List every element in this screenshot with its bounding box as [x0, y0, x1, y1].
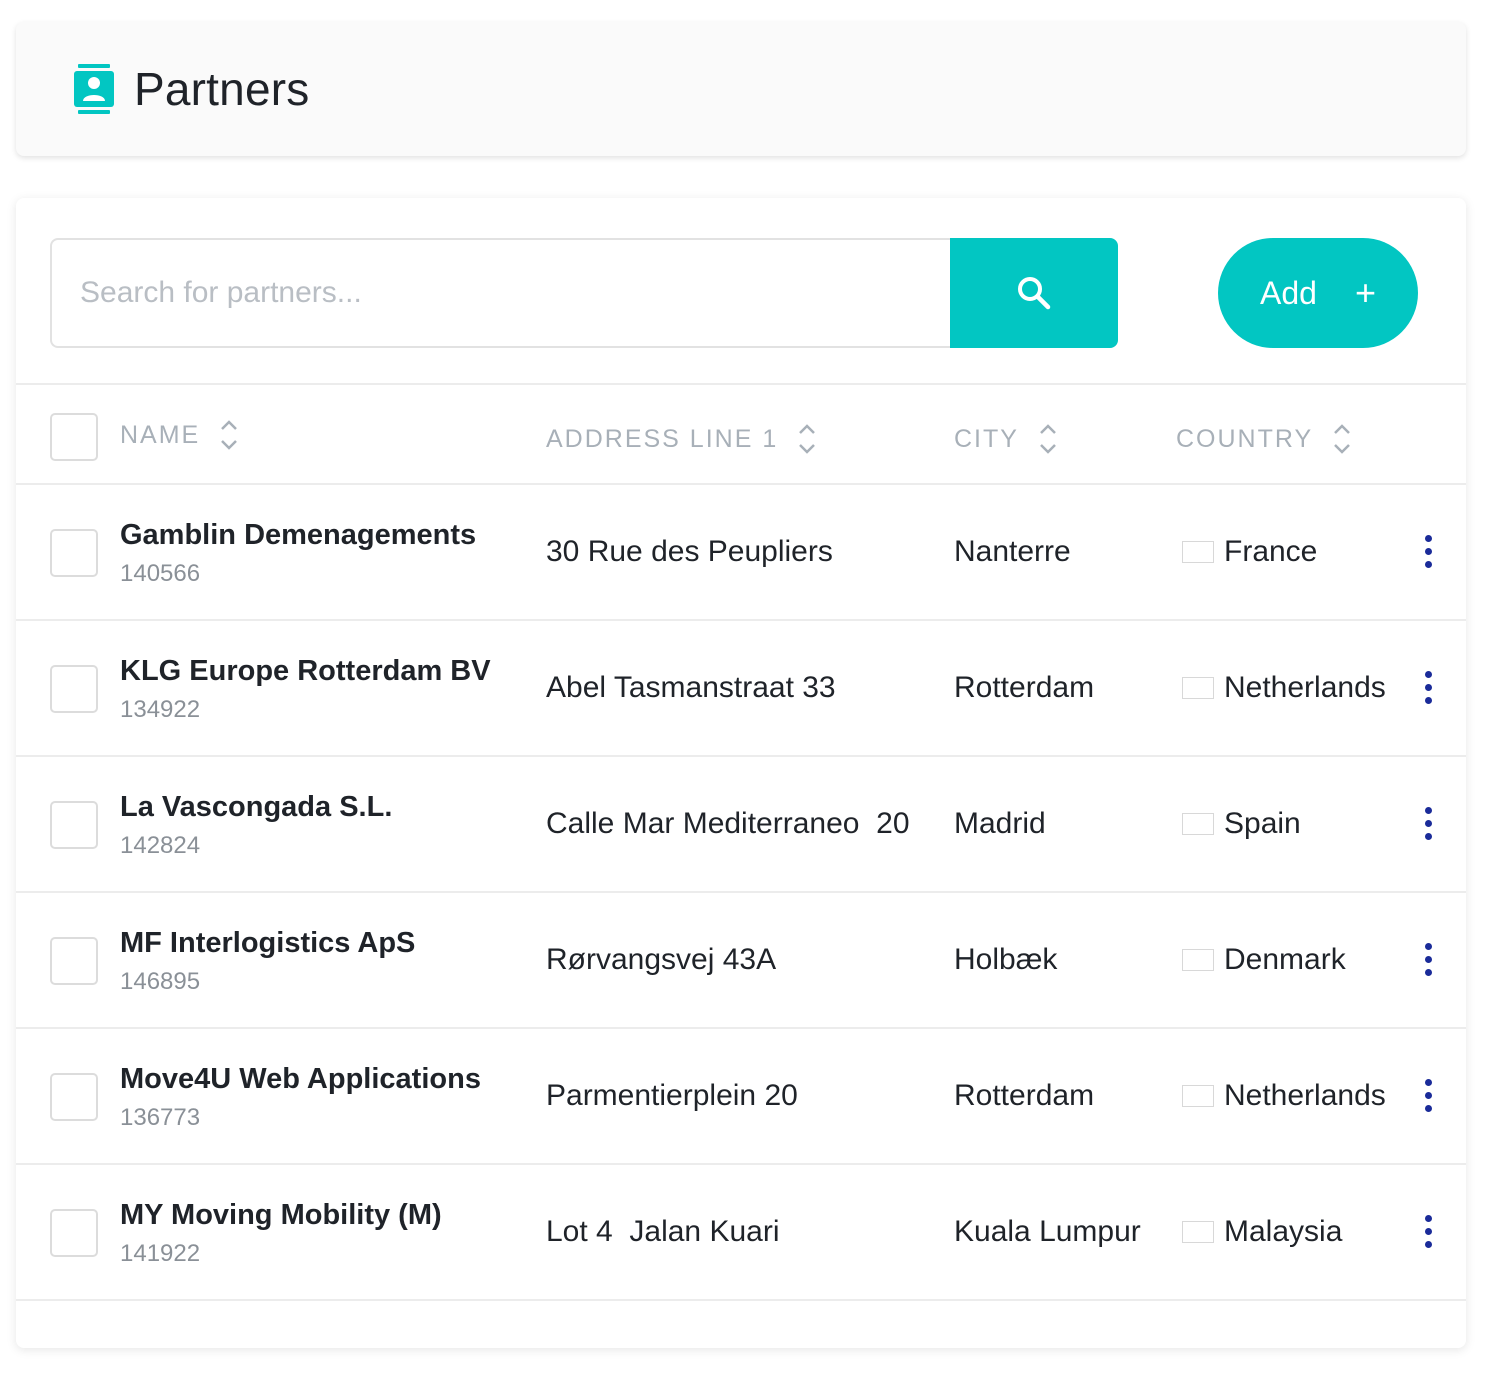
- partner-id: 140566: [120, 560, 201, 587]
- country-name: Denmark: [1224, 943, 1346, 976]
- partner-id: 146895: [120, 968, 201, 995]
- netherlands-flag-icon: [1182, 677, 1214, 699]
- more-vertical-icon: [1424, 942, 1432, 950]
- page-title: Partners: [134, 63, 310, 115]
- address-cell: Rørvangsvej 43A: [546, 943, 777, 976]
- row-menu-button[interactable]: [1414, 801, 1442, 845]
- partner-name-cell: La Vascongada S.L. 142824: [120, 791, 392, 860]
- row-checkbox[interactable]: [50, 801, 98, 849]
- add-partner-button[interactable]: Add +: [1218, 238, 1418, 348]
- sort-icon: [1334, 424, 1351, 454]
- country-cell: Malaysia: [1182, 1215, 1342, 1249]
- row-checkbox[interactable]: [50, 1073, 98, 1121]
- address-cell: Calle Mar Mediterraneo 20: [546, 807, 910, 840]
- toolbar: Add +: [16, 198, 1466, 385]
- partner-name[interactable]: MF Interlogistics ApS: [120, 927, 415, 960]
- partner-id: 134922: [120, 696, 201, 723]
- country-name: Netherlands: [1224, 671, 1386, 704]
- page: Partners Add + NAME: [0, 0, 1492, 1376]
- partner-name-cell: Move4U Web Applications 136773: [120, 1063, 481, 1132]
- country-cell: Netherlands: [1182, 1079, 1386, 1113]
- row-menu-button[interactable]: [1414, 665, 1442, 709]
- sort-icon: [1040, 424, 1056, 454]
- country-cell: France: [1182, 535, 1317, 569]
- partner-name-cell: MY Moving Mobility (M) 141922: [120, 1199, 442, 1268]
- contact-card-icon: [74, 64, 114, 114]
- partner-name-cell: KLG Europe Rotterdam BV 134922: [120, 655, 491, 724]
- more-vertical-icon: [1424, 670, 1432, 678]
- denmark-flag-icon: [1182, 949, 1214, 971]
- row-menu-button[interactable]: [1414, 529, 1442, 573]
- table-row[interactable]: La Vascongada S.L. 142824 Calle Mar Medi…: [16, 757, 1466, 893]
- partner-id: 142824: [120, 832, 201, 859]
- malaysia-flag-icon: [1182, 1221, 1214, 1243]
- more-vertical-icon: [1424, 534, 1432, 542]
- partner-name[interactable]: Gamblin Demenagements: [120, 519, 476, 552]
- partners-card: Add + NAME ADDRESS LINE 1 CI: [16, 198, 1466, 1348]
- address-cell: 30 Rue des Peupliers: [546, 535, 833, 568]
- row-checkbox[interactable]: [50, 937, 98, 985]
- partner-name[interactable]: La Vascongada S.L.: [120, 791, 392, 824]
- table-row[interactable]: MF Interlogistics ApS 146895 Rørvangsvej…: [16, 893, 1466, 1029]
- country-name: France: [1224, 535, 1318, 568]
- country-name: Spain: [1224, 807, 1301, 840]
- table-row[interactable]: MY Moving Mobility (M) 141922 Lot 4 Jala…: [16, 1165, 1466, 1301]
- column-header-country[interactable]: COUNTRY: [1176, 419, 1353, 459]
- page-header: Partners: [16, 22, 1466, 156]
- table-header: NAME ADDRESS LINE 1 CITY COUNTRY: [16, 385, 1466, 485]
- country-name: Netherlands: [1224, 1079, 1386, 1112]
- search-input[interactable]: [80, 240, 950, 346]
- row-menu-button[interactable]: [1414, 937, 1442, 981]
- row-checkbox[interactable]: [50, 665, 98, 713]
- city-cell: Rotterdam: [954, 1079, 1095, 1112]
- column-header-city[interactable]: CITY: [954, 419, 1059, 459]
- netherlands-flag-icon: [1182, 1085, 1214, 1107]
- address-cell: Lot 4 Jalan Kuari: [546, 1215, 780, 1248]
- partner-name-cell: MF Interlogistics ApS 146895: [120, 927, 415, 996]
- partner-name[interactable]: Move4U Web Applications: [120, 1063, 481, 1096]
- country-cell: Netherlands: [1182, 671, 1386, 705]
- column-header-name[interactable]: NAME: [120, 415, 240, 455]
- more-vertical-icon: [1424, 1214, 1432, 1222]
- partner-id: 141922: [120, 1240, 201, 1267]
- partner-name[interactable]: KLG Europe Rotterdam BV: [120, 655, 491, 688]
- city-cell: Madrid: [954, 807, 1046, 840]
- more-vertical-icon: [1424, 806, 1432, 814]
- plus-icon: +: [1354, 272, 1376, 313]
- column-header-address[interactable]: ADDRESS LINE 1: [546, 419, 818, 459]
- table-row[interactable]: Gamblin Demenagements 140566 30 Rue des …: [16, 485, 1466, 621]
- row-checkbox[interactable]: [50, 529, 98, 577]
- row-menu-button[interactable]: [1414, 1209, 1442, 1253]
- city-cell: Nanterre: [954, 535, 1071, 568]
- table-row[interactable]: Move4U Web Applications 136773 Parmentie…: [16, 1029, 1466, 1165]
- partner-name-cell: Gamblin Demenagements 140566: [120, 519, 476, 588]
- sort-icon: [799, 424, 816, 454]
- country-name: Malaysia: [1224, 1215, 1343, 1248]
- select-all-checkbox[interactable]: [50, 413, 98, 461]
- partner-name[interactable]: MY Moving Mobility (M): [120, 1199, 442, 1232]
- spain-flag-icon: [1182, 813, 1214, 835]
- search-button[interactable]: [950, 238, 1118, 348]
- address-cell: Parmentierplein 20: [546, 1079, 798, 1112]
- search-box[interactable]: [50, 238, 950, 348]
- row-menu-button[interactable]: [1414, 1073, 1442, 1117]
- partner-id: 136773: [120, 1104, 201, 1131]
- address-cell: Abel Tasmanstraat 33: [546, 671, 836, 704]
- country-cell: Denmark: [1182, 943, 1346, 977]
- sort-icon: [221, 420, 238, 450]
- country-cell: Spain: [1182, 807, 1301, 841]
- add-button-label: Add: [1260, 274, 1317, 311]
- table-row[interactable]: KLG Europe Rotterdam BV 134922 Abel Tasm…: [16, 621, 1466, 757]
- france-flag-icon: [1182, 541, 1214, 563]
- city-cell: Rotterdam: [954, 671, 1095, 704]
- city-cell: Holbæk: [954, 943, 1058, 976]
- row-checkbox[interactable]: [50, 1209, 98, 1257]
- city-cell: Kuala Lumpur: [954, 1215, 1141, 1248]
- more-vertical-icon: [1424, 1078, 1432, 1086]
- search-icon: [1018, 277, 1051, 310]
